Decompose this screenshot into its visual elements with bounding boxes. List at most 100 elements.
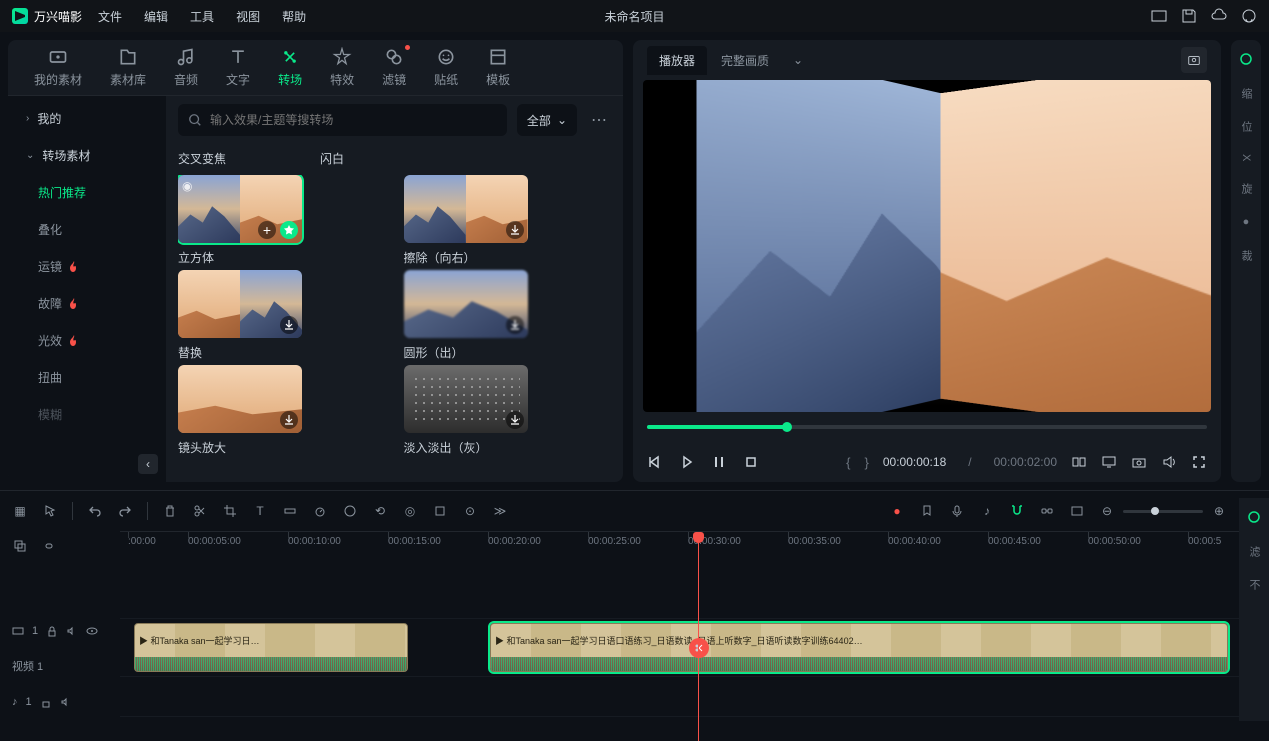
transition-card-zoom[interactable]: 镜头放大: [178, 365, 386, 456]
speaker-icon[interactable]: [66, 625, 78, 637]
volume-button[interactable]: [1161, 454, 1177, 470]
transition-marker[interactable]: [689, 638, 709, 658]
tab-my-media[interactable]: 我的素材: [24, 47, 92, 88]
cloud-icon[interactable]: [1211, 8, 1227, 24]
tab-stock[interactable]: 素材库: [100, 47, 156, 88]
tool-button-3[interactable]: [432, 503, 448, 519]
collapse-sidebar-button[interactable]: ‹: [138, 454, 158, 474]
sidebar-item-light[interactable]: 光效: [8, 322, 166, 359]
magnet-button[interactable]: [1009, 503, 1025, 519]
menu-edit[interactable]: 编辑: [144, 8, 168, 25]
sidebar-item-popular[interactable]: 热门推荐: [8, 174, 166, 211]
preview-viewport[interactable]: [643, 80, 1211, 412]
pause-button[interactable]: [711, 454, 727, 470]
color-button[interactable]: [342, 503, 358, 519]
rail-item-position[interactable]: 位: [1238, 121, 1254, 132]
transition-card-cube[interactable]: ◉ + 立方体: [178, 175, 386, 266]
clip-1[interactable]: ▶ 和Tanaka san一起学习日…: [134, 623, 408, 672]
grid-icon[interactable]: ▦: [12, 503, 28, 519]
timeline-ruler[interactable]: :00:00 00:00:05:00 00:00:10:00 00:00:15:…: [0, 531, 1269, 561]
tool-button-5[interactable]: ≫: [492, 503, 508, 519]
download-icon[interactable]: [280, 316, 298, 334]
player-tab[interactable]: 播放器: [647, 46, 707, 75]
track-area[interactable]: ▶ 和Tanaka san一起学习日… ▶ 和Tanaka san一起学习日语口…: [120, 561, 1269, 720]
menu-tools[interactable]: 工具: [190, 8, 214, 25]
tab-template[interactable]: 模板: [476, 47, 520, 88]
delete-button[interactable]: [162, 503, 178, 519]
text-tool-button[interactable]: T: [252, 503, 268, 519]
mark-out-button[interactable]: }: [865, 455, 869, 470]
compare-button[interactable]: [1071, 454, 1087, 470]
rail-item-rotate[interactable]: 旋: [1238, 183, 1254, 194]
menu-view[interactable]: 视图: [236, 8, 260, 25]
transition-card-replace[interactable]: 替换: [178, 270, 386, 361]
sidebar-group-my[interactable]: ›我的: [8, 100, 166, 137]
zoom-in-button[interactable]: ⊕: [1211, 503, 1227, 519]
play-button[interactable]: [679, 454, 695, 470]
link-toggle[interactable]: [40, 538, 56, 554]
rail2-opacity[interactable]: 不: [1246, 579, 1262, 590]
support-icon[interactable]: [1241, 8, 1257, 24]
menu-file[interactable]: 文件: [98, 8, 122, 25]
mic-button[interactable]: [949, 503, 965, 519]
tab-audio[interactable]: 音频: [164, 47, 208, 88]
tool-button-4[interactable]: ⊙: [462, 503, 478, 519]
download-icon[interactable]: [280, 411, 298, 429]
camera-button[interactable]: [1131, 454, 1147, 470]
rail2-filter[interactable]: 滤: [1246, 546, 1262, 557]
menu-help[interactable]: 帮助: [282, 8, 306, 25]
lock-icon[interactable]: [46, 625, 58, 637]
download-icon[interactable]: [506, 411, 524, 429]
rail-item-crop[interactable]: 裁: [1238, 250, 1254, 261]
frame-button[interactable]: [1069, 503, 1085, 519]
fullscreen-button[interactable]: [1191, 454, 1207, 470]
download-icon[interactable]: [506, 221, 524, 239]
display-button[interactable]: [1101, 454, 1117, 470]
rail-item-active[interactable]: [1239, 52, 1253, 66]
add-button[interactable]: +: [258, 221, 276, 239]
transition-card-fade-gray[interactable]: 淡入淡出（灰）: [404, 365, 612, 456]
record-button[interactable]: ●: [889, 503, 905, 519]
snapshot-button[interactable]: [1181, 47, 1207, 73]
download-icon[interactable]: [506, 316, 524, 334]
sidebar-item-glitch[interactable]: 故障: [8, 285, 166, 322]
redo-button[interactable]: [117, 503, 133, 519]
filter-dropdown[interactable]: 全部⌄: [517, 104, 577, 136]
clip-2[interactable]: ▶ 和Tanaka san一起学习日语口语练习_日语数读_日语上听数字_日语听读…: [490, 623, 1228, 672]
cursor-icon[interactable]: [42, 503, 58, 519]
lock-icon[interactable]: [40, 696, 52, 708]
transition-card-wipe-right[interactable]: 擦除（向右）: [404, 175, 612, 266]
tab-filter[interactable]: 滤镜: [372, 47, 416, 88]
link-button[interactable]: [1039, 503, 1055, 519]
rail-item-x[interactable]: X: [1240, 154, 1252, 161]
eye-icon[interactable]: [86, 625, 98, 637]
tab-effect[interactable]: 特效: [320, 47, 364, 88]
zoom-out-button[interactable]: ⊖: [1099, 503, 1115, 519]
zoom-slider[interactable]: [1123, 510, 1203, 513]
tool-button-2[interactable]: ◎: [402, 503, 418, 519]
audio-track-row[interactable]: [120, 677, 1269, 717]
tab-transition[interactable]: 转场: [268, 47, 312, 88]
more-button[interactable]: ⋯: [587, 110, 611, 130]
rail2-active[interactable]: [1247, 510, 1261, 524]
undo-button[interactable]: [87, 503, 103, 519]
sidebar-group-transitions[interactable]: ⌄转场素材: [8, 137, 166, 174]
tab-text[interactable]: 文字: [216, 47, 260, 88]
tab-sticker[interactable]: 贴纸: [424, 47, 468, 88]
sidebar-item-distort[interactable]: 扭曲: [8, 359, 166, 396]
track-button[interactable]: [282, 503, 298, 519]
sidebar-item-blur[interactable]: 模糊: [8, 396, 166, 433]
search-input[interactable]: [210, 113, 497, 127]
crop-button[interactable]: [222, 503, 238, 519]
speaker-icon[interactable]: [60, 696, 72, 708]
split-button[interactable]: [192, 503, 208, 519]
speed-button[interactable]: [312, 503, 328, 519]
copy-button[interactable]: [12, 538, 28, 554]
transition-card-circle-out[interactable]: 圆形（出）: [404, 270, 612, 361]
tool-button-1[interactable]: ⟲: [372, 503, 388, 519]
save-icon[interactable]: [1181, 8, 1197, 24]
layout-icon[interactable]: [1151, 8, 1167, 24]
stop-button[interactable]: [743, 454, 759, 470]
progress-slider[interactable]: [647, 425, 1207, 429]
sidebar-item-dissolve[interactable]: 叠化: [8, 211, 166, 248]
